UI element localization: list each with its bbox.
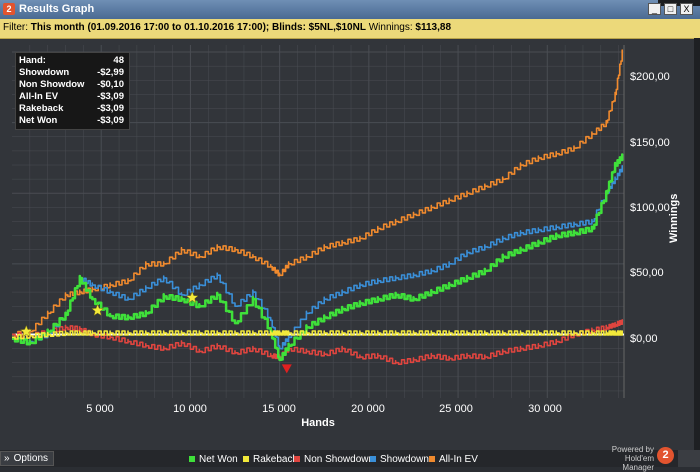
legend-all-in-ev[interactable]: All-In EV <box>429 454 478 465</box>
stat-label: Non Showdow <box>19 79 85 90</box>
legend-label: Net Won <box>199 454 238 465</box>
min-marker <box>281 364 292 374</box>
legend-label: All-In EV <box>439 454 478 465</box>
stat-label: All-In EV <box>19 91 59 102</box>
stat-row-all-in-ev: All-In EV -$3,09 <box>19 91 126 103</box>
y-tick-label: $100,00 <box>630 202 670 214</box>
y-tick-label: $50,00 <box>630 267 664 279</box>
powered-line2: Hold'em Manager <box>622 454 654 472</box>
powered-by: Powered by Hold'em Manager <box>596 445 654 472</box>
legend-label: Non Showdown <box>304 454 375 465</box>
y-tick-label: $200,00 <box>630 71 670 83</box>
stats-panel: Hand: 48 Showdown -$2,99 Non Showdow -$0,10… <box>15 52 130 130</box>
side-strip <box>694 38 700 450</box>
x-tick-label: 10 000 <box>173 403 207 415</box>
legend-swatch <box>294 456 300 463</box>
legend-swatch <box>429 456 435 463</box>
legend-swatch <box>370 456 376 463</box>
stat-value: -$2,99 <box>97 67 124 78</box>
expand-icon: » <box>4 453 10 464</box>
stat-value: -$3,09 <box>97 91 124 102</box>
x-axis-title: Hands <box>301 417 335 429</box>
x-tick-label: 5 000 <box>86 403 114 415</box>
stat-label: Rakeback <box>19 103 64 114</box>
stat-row-hand: Hand: 48 <box>19 55 126 67</box>
series-line-net-won <box>12 153 624 362</box>
stat-row-non-showdown: Non Showdow -$0,10 <box>19 79 126 91</box>
stat-value: -$3,09 <box>97 115 124 126</box>
legend-non-showdown[interactable]: Non Showdown <box>294 454 374 465</box>
stat-value: 48 <box>113 55 124 66</box>
stat-value: -$0,10 <box>97 79 124 90</box>
x-tick-label: 30 000 <box>528 403 562 415</box>
y-tick-label: $150,00 <box>630 137 670 149</box>
legend-showdown[interactable]: Showdown <box>370 454 429 465</box>
hem-logo: 2 <box>657 447 674 464</box>
legend-swatch <box>189 456 195 463</box>
legend-swatch <box>243 456 249 463</box>
x-tick-label: 15 000 <box>262 403 296 415</box>
stat-label: Hand: <box>19 55 46 66</box>
legend-rakeback[interactable]: Rakeback <box>243 454 297 465</box>
stat-label: Showdown <box>19 67 70 78</box>
stat-row-rakeback: Rakeback -$3,09 <box>19 103 126 115</box>
stat-row-net-won: Net Won -$3,09 <box>19 115 126 127</box>
stat-row-showdown: Showdown -$2,99 <box>19 67 126 79</box>
powered-line1: Powered by <box>611 445 654 454</box>
x-tick-label: 25 000 <box>439 403 473 415</box>
stat-label: Net Won <box>19 115 58 126</box>
series-line-non-showdown <box>12 319 623 365</box>
options-label: Options <box>13 453 49 464</box>
legend-label: Showdown <box>380 454 429 465</box>
options-button[interactable]: » Options <box>0 451 54 466</box>
chart-markers <box>19 291 292 374</box>
legend-net-won[interactable]: Net Won <box>189 454 238 465</box>
y-tick-label: $0,00 <box>630 333 658 345</box>
stat-value: -$3,09 <box>97 103 124 114</box>
y-axis-title: Winnings <box>668 193 680 243</box>
legend-label: Rakeback <box>253 454 298 465</box>
x-tick-label: 20 000 <box>351 403 385 415</box>
scroll-corner <box>678 450 700 467</box>
